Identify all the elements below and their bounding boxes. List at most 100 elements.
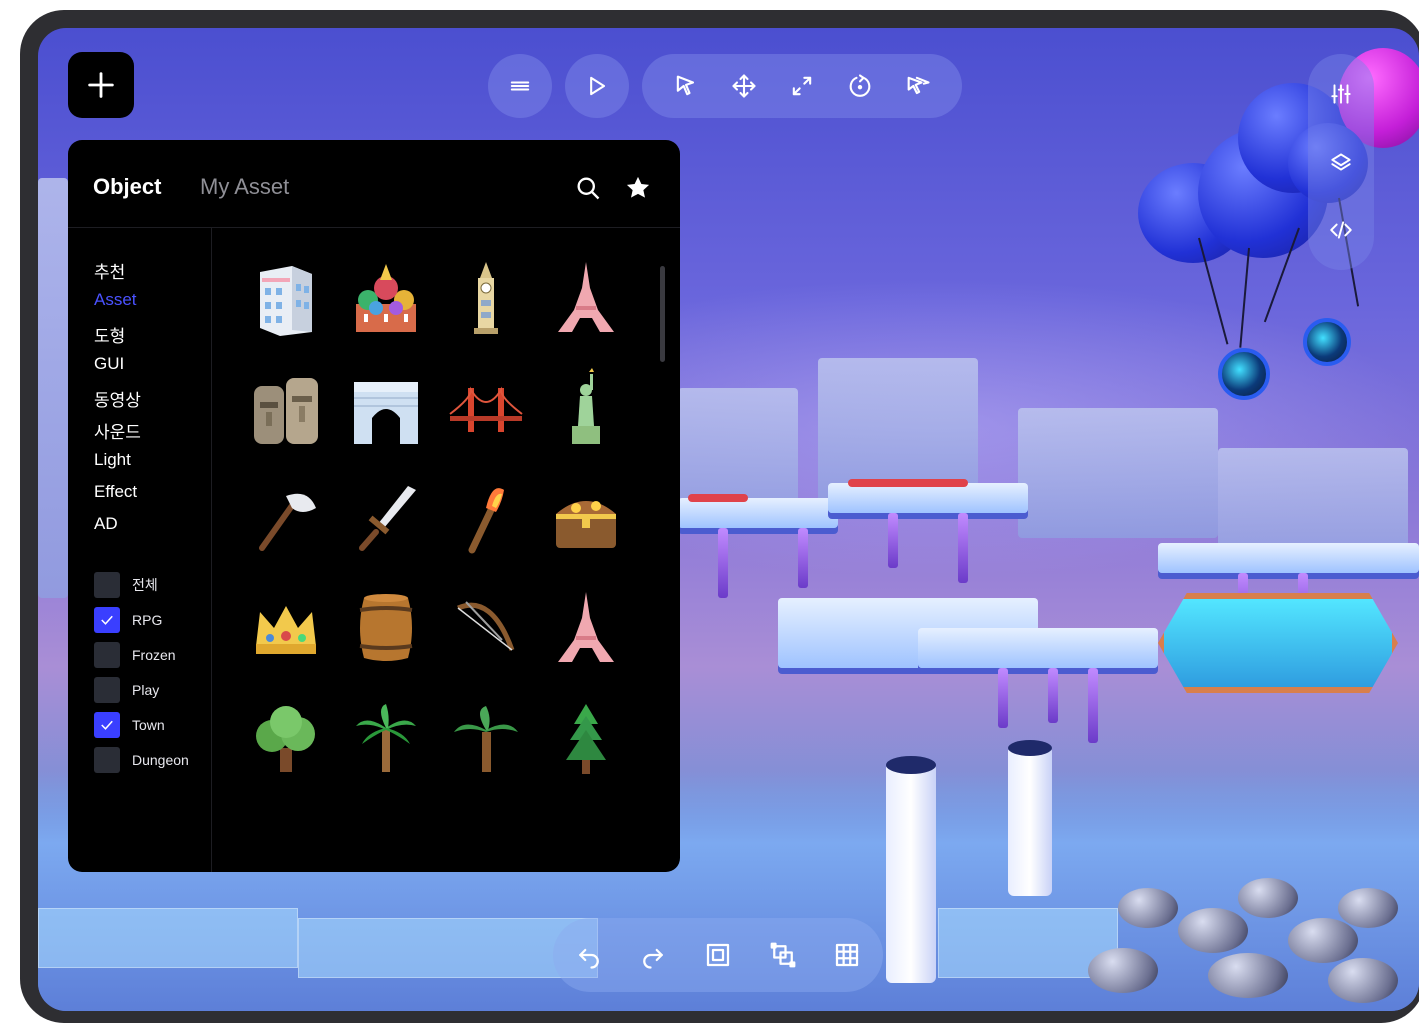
panel-header: Object My Asset [68, 140, 680, 228]
bridge-icon [449, 386, 523, 432]
filter-frozen[interactable]: Frozen [94, 642, 176, 668]
group-button[interactable] [689, 926, 747, 984]
tab-my-asset[interactable]: My Asset [200, 174, 289, 200]
favorites-button[interactable] [622, 172, 654, 204]
multi-select-tool-button[interactable] [889, 57, 947, 115]
play-icon [590, 76, 606, 96]
asset-cathedral[interactable] [338, 250, 434, 346]
building-icon [260, 266, 312, 336]
eiffel-tower-icon [558, 262, 614, 332]
grid-toggle-button[interactable] [818, 926, 876, 984]
chest-icon [556, 501, 616, 548]
scale-tool-button[interactable] [773, 57, 831, 115]
asset-barrel[interactable] [338, 580, 434, 676]
filter-dungeon[interactable]: Dungeon [94, 747, 189, 773]
asset-building[interactable] [238, 250, 334, 346]
crown-icon [256, 606, 316, 654]
asset-crown[interactable] [238, 580, 334, 676]
asset-bow[interactable] [438, 580, 534, 676]
pine-tree-icon [566, 704, 606, 774]
checkbox-unchecked[interactable] [94, 747, 120, 773]
asset-eiffel-tower-2[interactable] [538, 580, 634, 676]
edit-actions-bar [553, 918, 883, 992]
ungroup-button[interactable] [754, 926, 812, 984]
asset-eiffel-tower[interactable] [538, 250, 634, 346]
checkbox-unchecked[interactable] [94, 642, 120, 668]
undo-icon [578, 948, 599, 969]
menu-button[interactable] [491, 57, 549, 115]
asset-grid [214, 240, 660, 820]
category-video[interactable]: 동영상 [94, 386, 141, 411]
sword-icon [359, 486, 416, 551]
check-icon [101, 720, 113, 730]
undo-button[interactable] [560, 926, 618, 984]
asset-big-ben[interactable] [438, 250, 534, 346]
checkbox-checked[interactable] [94, 607, 120, 633]
asset-palm-tree[interactable] [338, 690, 434, 786]
add-object-button[interactable] [68, 52, 134, 118]
play-button[interactable] [568, 57, 626, 115]
asset-statue-of-liberty[interactable] [538, 360, 634, 456]
filter-label: 전체 [132, 577, 158, 593]
statue-icon [572, 368, 600, 444]
checkbox-unchecked[interactable] [94, 572, 120, 598]
move-tool-button[interactable] [715, 57, 773, 115]
arch-icon [354, 382, 418, 444]
filter-rpg[interactable]: RPG [94, 607, 162, 633]
scale-icon [792, 76, 812, 96]
scrollbar-thumb[interactable] [660, 266, 665, 362]
select-cursor-icon [676, 75, 695, 96]
asset-bushy-tree[interactable] [238, 690, 334, 786]
category-light[interactable]: Light [94, 450, 131, 470]
object-panel: Object My Asset 추천 Asset 도형 GUI 동영상 사운드 … [68, 140, 680, 872]
check-icon [101, 615, 113, 625]
asset-arc-de-triomphe[interactable] [338, 360, 434, 456]
checkbox-checked[interactable] [94, 712, 120, 738]
filter-town[interactable]: Town [94, 712, 165, 738]
eiffel-tower-icon [558, 592, 614, 662]
category-shapes[interactable]: 도형 [94, 322, 125, 347]
menu-pill [488, 54, 552, 118]
asset-sword[interactable] [338, 470, 434, 566]
asset-golden-gate-bridge[interactable] [438, 360, 534, 456]
category-recommended[interactable]: 추천 [94, 258, 125, 283]
cathedral-icon [356, 264, 416, 332]
category-gui[interactable]: GUI [94, 354, 124, 374]
category-sound[interactable]: 사운드 [94, 418, 141, 443]
search-button[interactable] [572, 172, 604, 204]
checkbox-unchecked[interactable] [94, 677, 120, 703]
category-effect[interactable]: Effect [94, 482, 137, 502]
filter-all[interactable]: 전체 [94, 572, 158, 598]
ungroup-icon [770, 942, 795, 968]
select-tool-button[interactable] [657, 57, 715, 115]
asset-moai-statues[interactable] [238, 360, 334, 456]
filter-label: Play [132, 682, 160, 698]
asset-palm-tree-2[interactable] [438, 690, 534, 786]
layers-button[interactable] [1312, 133, 1370, 191]
asset-axe[interactable] [238, 470, 334, 566]
asset-pine-tree[interactable] [538, 690, 634, 786]
sliders-icon [1331, 84, 1351, 104]
palm-tree-icon [356, 704, 416, 772]
tab-object[interactable]: Object [93, 174, 161, 200]
rotate-tool-button[interactable] [831, 57, 889, 115]
clock-tower-icon [474, 262, 498, 334]
category-ad[interactable]: AD [94, 514, 118, 534]
tree-icon [256, 706, 315, 772]
code-icon [1330, 221, 1352, 239]
play-pill [565, 54, 629, 118]
asset-torch[interactable] [438, 470, 534, 566]
filter-play[interactable]: Play [94, 677, 159, 703]
grid-icon [836, 943, 859, 967]
torch-icon [468, 488, 504, 554]
palm-tree-icon [454, 706, 518, 772]
code-button[interactable] [1312, 201, 1370, 259]
filter-label: Frozen [132, 647, 176, 663]
redo-icon [643, 948, 664, 969]
hamburger-menu-icon [510, 81, 530, 91]
settings-button[interactable] [1312, 65, 1370, 123]
redo-button[interactable] [624, 926, 682, 984]
asset-treasure-chest[interactable] [538, 470, 634, 566]
filter-label: Town [132, 717, 165, 733]
category-asset[interactable]: Asset [94, 290, 137, 310]
